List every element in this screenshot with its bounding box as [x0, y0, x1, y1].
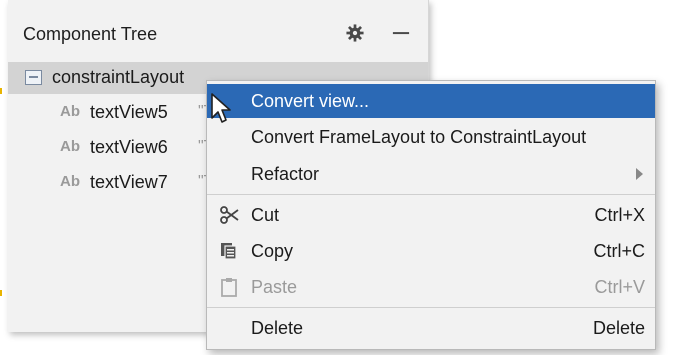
menu-separator — [207, 194, 655, 195]
menu-separator — [207, 307, 655, 308]
cursor-icon — [211, 93, 231, 123]
scissors-icon — [220, 206, 239, 224]
menu-item-label: Copy — [251, 241, 294, 261]
menu-item-refactor[interactable]: Refactor — [207, 157, 655, 191]
gear-icon[interactable] — [346, 24, 364, 42]
textview-icon: Ab — [60, 103, 80, 120]
menu-item-convert-view[interactable]: Convert view... — [207, 84, 655, 118]
menu-item-delete[interactable]: Delete Delete — [207, 311, 655, 345]
menu-item-paste[interactable]: Paste Ctrl+V — [207, 270, 655, 304]
menu-item-copy[interactable]: Copy Ctrl+C — [207, 234, 655, 268]
menu-item-convert-framelayout[interactable]: Convert FrameLayout to ConstraintLayout — [207, 120, 655, 154]
menu-item-label: Refactor — [251, 164, 320, 184]
menu-item-label: Paste — [251, 277, 298, 297]
panel-header: Component Tree — [8, 0, 428, 63]
menu-item-label: Convert FrameLayout to ConstraintLayout — [251, 127, 587, 147]
menu-item-shortcut: Ctrl+X — [594, 205, 645, 225]
submenu-arrow-icon — [636, 168, 643, 180]
tree-item-label: textView5 — [90, 102, 168, 122]
edge-marker — [0, 290, 2, 296]
textview-icon: Ab — [60, 173, 80, 190]
edge-marker — [0, 88, 2, 94]
minimize-icon[interactable] — [392, 24, 410, 42]
menu-item-label: Convert view... — [251, 91, 370, 111]
tree-item-label: textView6 — [90, 137, 168, 157]
menu-item-shortcut: Ctrl+V — [594, 277, 645, 297]
copy-icon — [221, 243, 237, 260]
panel-title: Component Tree — [23, 24, 158, 44]
menu-item-label: Delete — [251, 318, 304, 338]
textview-icon: Ab — [60, 138, 80, 155]
tree-item-label: constraintLayout — [52, 67, 185, 87]
tree-item-label: textView7 — [90, 172, 168, 192]
paste-icon — [221, 278, 237, 297]
menu-item-cut[interactable]: Cut Ctrl+X — [207, 198, 655, 232]
menu-item-shortcut: Delete — [592, 318, 645, 338]
context-menu: Convert view... Convert FrameLayout to C… — [206, 80, 656, 350]
menu-item-label: Cut — [251, 205, 280, 225]
menu-item-shortcut: Ctrl+C — [593, 241, 645, 261]
layout-icon — [25, 70, 42, 85]
